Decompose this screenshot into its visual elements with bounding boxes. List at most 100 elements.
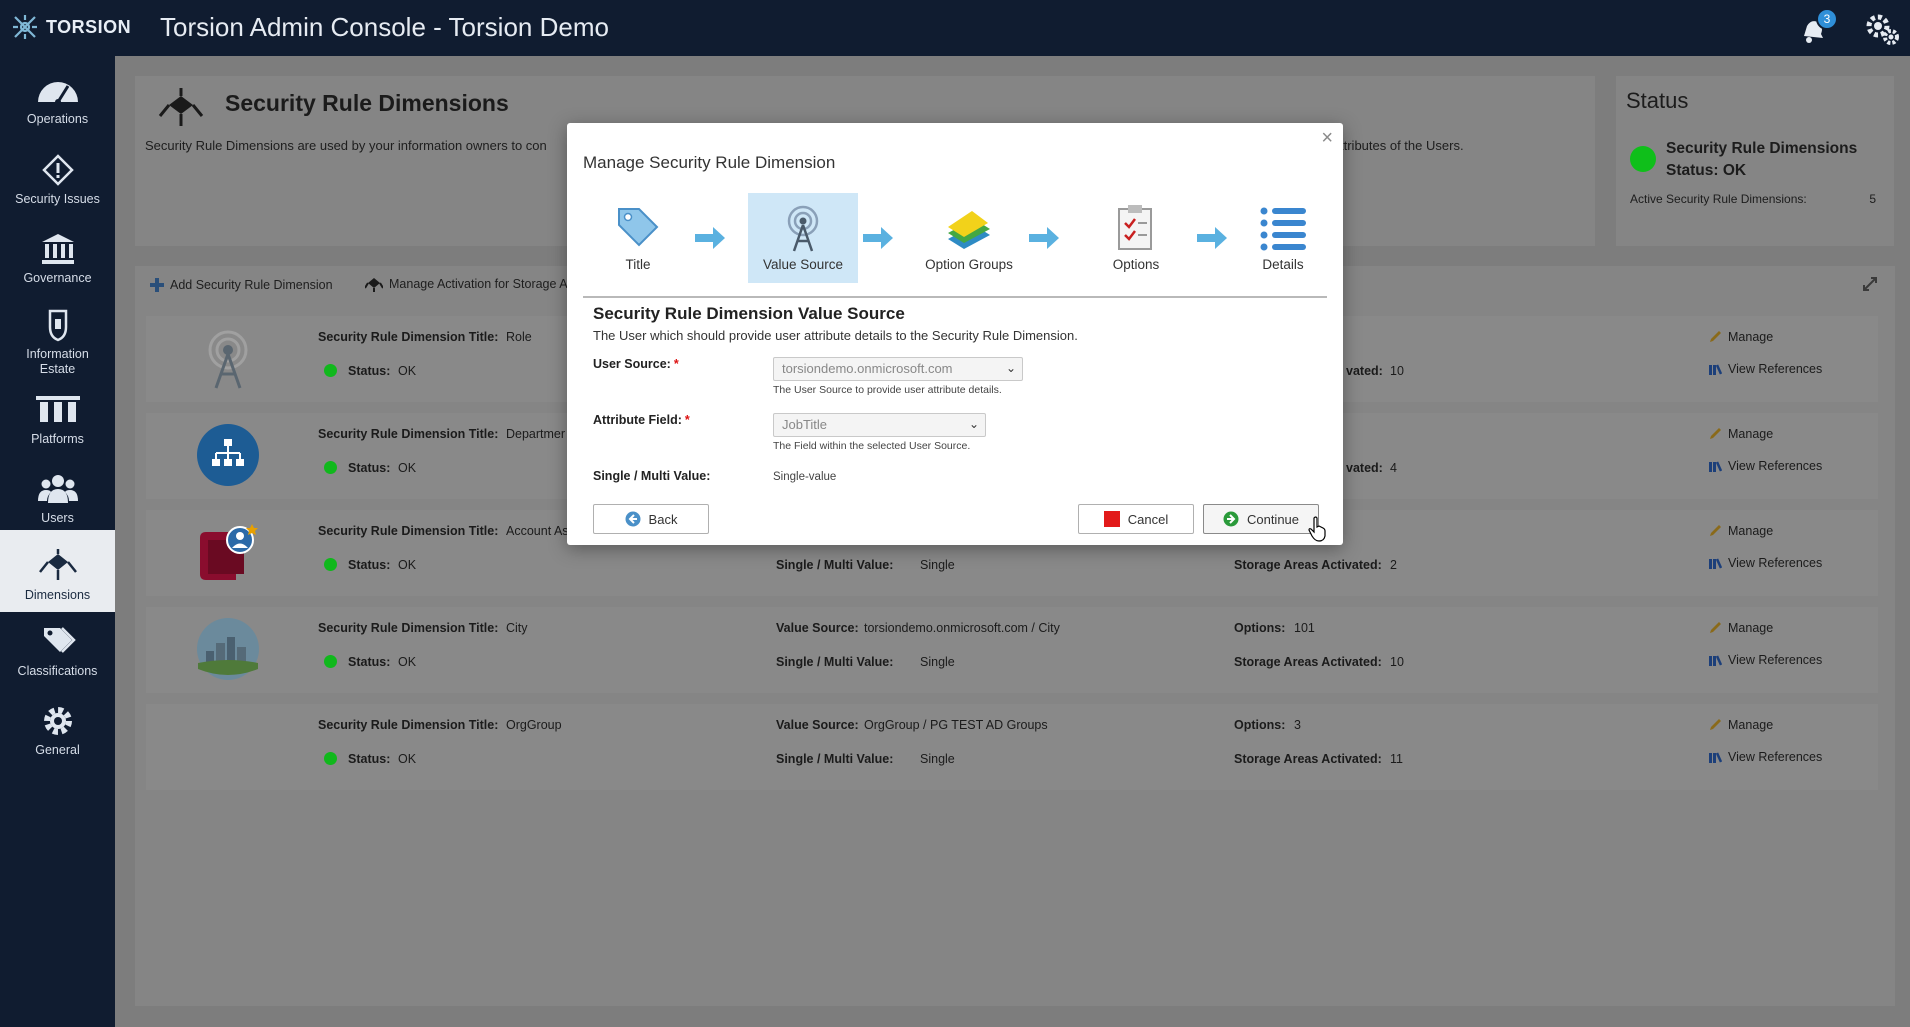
view-references-label: View References bbox=[1728, 653, 1823, 667]
status-title: Status bbox=[1626, 88, 1689, 113]
city-icon bbox=[197, 618, 259, 680]
wizard-steps: Title Value Source Option Groups Options… bbox=[583, 193, 1327, 285]
value-source-label: Value Source: bbox=[776, 718, 859, 732]
step-option-groups[interactable]: Option Groups bbox=[914, 193, 1024, 283]
dimension-title-label: Security Rule Dimension Title: bbox=[318, 718, 499, 732]
user-source-select[interactable]: torsiondemo.onmicrosoft.com ⌄ bbox=[773, 357, 1023, 381]
list-item: Security Rule Dimension Title: City Stat… bbox=[146, 607, 1878, 693]
sidebar-item-information-estate[interactable]: Information Estate bbox=[0, 301, 115, 391]
status-value: Status: OK bbox=[1666, 162, 1747, 179]
logo[interactable]: TORSION bbox=[12, 14, 131, 40]
storage-areas-label: Storage Areas Activated: bbox=[1234, 558, 1382, 572]
dimension-title-label: Security Rule Dimension Title: bbox=[318, 427, 499, 441]
view-references-label: View References bbox=[1728, 362, 1823, 376]
status-label: Status: bbox=[348, 752, 391, 766]
dimension-title-value: City bbox=[506, 621, 528, 635]
shield-icon bbox=[48, 309, 67, 342]
status-label: Status: bbox=[348, 364, 391, 378]
status-value: OK bbox=[398, 461, 417, 475]
options-value: 3 bbox=[1294, 718, 1301, 732]
active-dimensions-label: Active Security Rule Dimensions: bbox=[1630, 192, 1807, 206]
status-value: OK bbox=[398, 364, 417, 378]
sidebar-item-label: Users bbox=[41, 511, 74, 525]
sidebar-item-dimensions[interactable]: Dimensions bbox=[0, 530, 115, 612]
manage-link[interactable]: Manage bbox=[1708, 330, 1773, 344]
status-heading: Security Rule Dimensions bbox=[1666, 140, 1858, 157]
manage-link[interactable]: Manage bbox=[1708, 621, 1773, 635]
cancel-button[interactable]: Cancel bbox=[1078, 504, 1194, 534]
divider bbox=[583, 296, 1327, 298]
view-references-link[interactable]: View References bbox=[1708, 556, 1822, 570]
antenna-icon bbox=[208, 330, 248, 389]
multi-value-label: Single / Multi Value: bbox=[776, 752, 894, 766]
sidebar-item-label: General bbox=[35, 743, 80, 757]
required-mark: * bbox=[673, 357, 679, 371]
step-label: Value Source bbox=[762, 257, 844, 272]
manage-label: Manage bbox=[1728, 427, 1774, 441]
settings-button[interactable] bbox=[1864, 12, 1900, 46]
torsion-logo-icon bbox=[13, 15, 37, 39]
view-references-label: View References bbox=[1728, 750, 1823, 764]
step-details[interactable]: Details bbox=[1233, 193, 1333, 283]
dimension-title-label: Security Rule Dimension Title: bbox=[318, 330, 499, 344]
close-icon[interactable]: × bbox=[1321, 127, 1333, 150]
manage-label: Manage bbox=[1728, 330, 1774, 344]
attribute-field-select[interactable]: JobTitle ⌄ bbox=[773, 413, 986, 437]
view-references-link[interactable]: View References bbox=[1708, 750, 1822, 764]
view-references-link[interactable]: View References bbox=[1708, 362, 1822, 376]
options-value: 101 bbox=[1294, 621, 1315, 635]
multi-value-value: Single bbox=[920, 752, 955, 766]
manage-link[interactable]: Manage bbox=[1708, 718, 1773, 732]
expand-icon[interactable] bbox=[1862, 276, 1878, 292]
manage-link[interactable]: Manage bbox=[1708, 524, 1773, 538]
platforms-icon bbox=[35, 396, 80, 422]
status-dot bbox=[324, 752, 337, 765]
notifications-button[interactable]: 3 bbox=[1798, 8, 1838, 46]
status-dot bbox=[324, 461, 337, 474]
sidebar-item-classifications[interactable]: Classifications bbox=[0, 618, 115, 696]
sidebar-item-security-issues[interactable]: Security Issues bbox=[0, 146, 115, 224]
manage-label: Manage bbox=[1728, 621, 1774, 635]
user-source-label: User Source: * bbox=[593, 357, 679, 371]
storage-areas-label: vated: bbox=[1346, 364, 1383, 378]
sidebar-item-label: Platforms bbox=[31, 432, 84, 446]
mouse-cursor-icon bbox=[1308, 516, 1326, 542]
back-button[interactable]: Back bbox=[593, 504, 709, 534]
view-references-link[interactable]: View References bbox=[1708, 653, 1822, 667]
sidebar-item-governance[interactable]: Governance bbox=[0, 225, 115, 303]
manage-activation-button[interactable]: Manage Activation for Storage A bbox=[365, 276, 568, 292]
section-description: The User which should provide user attri… bbox=[593, 328, 1078, 343]
dimension-title-value: OrgGroup bbox=[506, 718, 562, 732]
pencil-icon bbox=[1710, 331, 1721, 342]
multi-value-value: Single-value bbox=[773, 471, 837, 483]
user-source-label-text: User Source: bbox=[593, 357, 671, 371]
sidebar-item-platforms[interactable]: Platforms bbox=[0, 386, 115, 464]
continue-label: Continue bbox=[1246, 511, 1300, 527]
sidebar-item-label: Information Estate bbox=[26, 347, 89, 376]
add-dimension-button[interactable]: Add Security Rule Dimension bbox=[150, 278, 333, 292]
sidebar-item-general[interactable]: General bbox=[0, 697, 115, 775]
dimensions-icon bbox=[38, 549, 77, 580]
notification-badge: 3 bbox=[1816, 8, 1838, 30]
pencil-icon bbox=[1710, 428, 1721, 439]
references-icon bbox=[1709, 655, 1722, 666]
sidebar-item-operations[interactable]: Operations bbox=[0, 66, 115, 144]
step-value-source[interactable]: Value Source bbox=[748, 193, 858, 283]
storage-areas-label: Storage Areas Activated: bbox=[1234, 752, 1382, 766]
step-title[interactable]: Title bbox=[583, 193, 693, 283]
tag-icon bbox=[618, 208, 659, 247]
required-mark: * bbox=[684, 413, 690, 427]
option-groups-icon bbox=[948, 211, 990, 249]
step-options[interactable]: Options bbox=[1081, 193, 1191, 283]
view-references-link[interactable]: View References bbox=[1708, 459, 1822, 473]
status-value: OK bbox=[398, 558, 417, 572]
step-label: Options bbox=[1112, 257, 1160, 272]
dimension-title-value: Role bbox=[506, 330, 532, 344]
references-icon bbox=[1709, 461, 1722, 472]
view-references-label: View References bbox=[1728, 459, 1823, 473]
dimension-title-value: Departmer bbox=[506, 427, 566, 441]
status-label: Status: bbox=[348, 461, 391, 475]
chevron-down-icon: ⌄ bbox=[1005, 361, 1016, 375]
manage-link[interactable]: Manage bbox=[1708, 427, 1773, 441]
continue-button[interactable]: Continue bbox=[1203, 504, 1319, 534]
